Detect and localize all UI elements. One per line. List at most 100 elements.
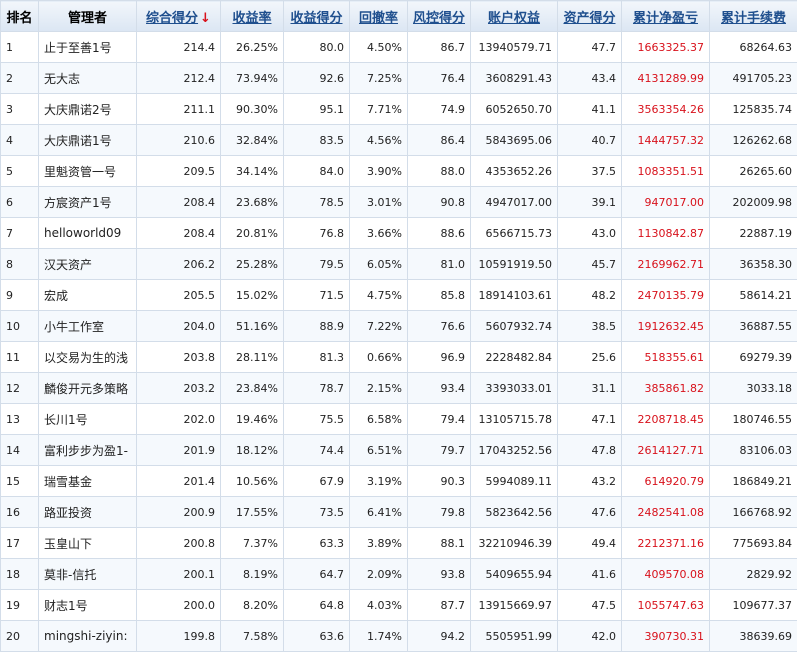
- asset-score-cell: 42.0: [558, 621, 622, 652]
- cumulative-fees-cell: 26265.60: [710, 156, 797, 187]
- asset-score-cell: 45.7: [558, 249, 622, 280]
- drawdown-rate-cell: 4.56%: [350, 125, 408, 156]
- account-equity-cell: 5409655.94: [471, 559, 558, 590]
- table-row[interactable]: 3大庆鼎诺2号211.190.30%95.17.71%74.96052650.7…: [1, 94, 797, 125]
- cumulative-net-pnl-cell: 390730.31: [622, 621, 710, 652]
- manager-name-cell: 宏成: [39, 280, 137, 311]
- return-score-cell: 78.7: [284, 373, 350, 404]
- drawdown-rate-sort-link[interactable]: 回撤率: [359, 11, 398, 26]
- table-row[interactable]: 18莫非-信托200.18.19%64.72.09%93.85409655.94…: [1, 559, 797, 590]
- sort-down-arrow-icon[interactable]: ↓: [200, 11, 211, 26]
- cumulative-net-pnl-cell: 2470135.79: [622, 280, 710, 311]
- table-row[interactable]: 6方宸资产1号208.423.68%78.53.01%90.84947017.0…: [1, 187, 797, 218]
- return-rate-sort-link[interactable]: 收益率: [232, 11, 271, 26]
- return-rate-cell: 23.68%: [221, 187, 284, 218]
- composite-score-sort-link[interactable]: 综合得分: [146, 11, 198, 26]
- risk-score-cell: 88.0: [408, 156, 471, 187]
- return-rate-cell: 90.30%: [221, 94, 284, 125]
- return-score-sort-link[interactable]: 收益得分: [290, 11, 342, 26]
- return-rate-cell: 17.55%: [221, 497, 284, 528]
- drawdown-rate-header[interactable]: 回撤率: [350, 1, 408, 32]
- return-rate-cell: 10.56%: [221, 466, 284, 497]
- composite-score-cell: 212.4: [137, 63, 221, 94]
- return-rate-cell: 23.84%: [221, 373, 284, 404]
- table-row[interactable]: 16路亚投资200.917.55%73.56.41%79.85823642.56…: [1, 497, 797, 528]
- cumulative-fees-cell: 38639.69: [710, 621, 797, 652]
- table-row[interactable]: 19财志1号200.08.20%64.84.03%87.713915669.97…: [1, 590, 797, 621]
- asset-score-cell: 31.1: [558, 373, 622, 404]
- return-score-cell: 78.5: [284, 187, 350, 218]
- manager-header: 管理者: [39, 1, 137, 32]
- cumulative-net-pnl-cell: 409570.08: [622, 559, 710, 590]
- table-row[interactable]: 17玉皇山下200.87.37%63.33.89%88.132210946.39…: [1, 528, 797, 559]
- table-row[interactable]: 14富利步步为盈1-201.918.12%74.46.51%79.7170432…: [1, 435, 797, 466]
- cumulative-fees-cell: 36358.30: [710, 249, 797, 280]
- drawdown-rate-cell: 7.71%: [350, 94, 408, 125]
- drawdown-rate-cell: 7.25%: [350, 63, 408, 94]
- cumulative-fees-cell: 202009.98: [710, 187, 797, 218]
- return-score-cell: 64.8: [284, 590, 350, 621]
- table-row[interactable]: 11以交易为生的浅203.828.11%81.30.66%96.92228482…: [1, 342, 797, 373]
- return-score-cell: 79.5: [284, 249, 350, 280]
- cumulative-net-pnl-cell: 947017.00: [622, 187, 710, 218]
- return-rate-cell: 73.94%: [221, 63, 284, 94]
- table-row[interactable]: 5里魁资管一号209.534.14%84.03.90%88.04353652.2…: [1, 156, 797, 187]
- risk-score-header[interactable]: 风控得分: [408, 1, 471, 32]
- cumulative-net-pnl-cell: 1130842.87: [622, 218, 710, 249]
- asset-score-sort-link[interactable]: 资产得分: [563, 11, 615, 26]
- account-equity-sort-link[interactable]: 账户权益: [488, 11, 540, 26]
- cumulative-fees-sort-link[interactable]: 累计手续费: [721, 11, 786, 26]
- rank-cell: 1: [1, 32, 39, 63]
- composite-score-cell: 210.6: [137, 125, 221, 156]
- risk-score-cell: 90.8: [408, 187, 471, 218]
- cumulative-net-pnl-cell: 518355.61: [622, 342, 710, 373]
- cumulative-net-pnl-cell: 385861.82: [622, 373, 710, 404]
- return-rate-cell: 8.19%: [221, 559, 284, 590]
- risk-score-cell: 79.7: [408, 435, 471, 466]
- account-equity-cell: 10591919.50: [471, 249, 558, 280]
- table-row[interactable]: 20mingshi-ziyin:199.87.58%63.61.74%94.25…: [1, 621, 797, 652]
- manager-name-cell: 大庆鼎诺1号: [39, 125, 137, 156]
- account-equity-header[interactable]: 账户权益: [471, 1, 558, 32]
- composite-score-cell: 211.1: [137, 94, 221, 125]
- cumulative-net-pnl-sort-link[interactable]: 累计净盈亏: [633, 11, 698, 26]
- drawdown-rate-cell: 3.66%: [350, 218, 408, 249]
- composite-score-header[interactable]: 综合得分↓: [137, 1, 221, 32]
- table-row[interactable]: 2无大志212.473.94%92.67.25%76.43608291.4343…: [1, 63, 797, 94]
- manager-name-cell: 玉皇山下: [39, 528, 137, 559]
- asset-score-header[interactable]: 资产得分: [558, 1, 622, 32]
- manager-name-cell: 无大志: [39, 63, 137, 94]
- return-rate-header[interactable]: 收益率: [221, 1, 284, 32]
- table-row[interactable]: 1止于至善1号214.426.25%80.04.50%86.713940579.…: [1, 32, 797, 63]
- table-row[interactable]: 13长川1号202.019.46%75.56.58%79.413105715.7…: [1, 404, 797, 435]
- composite-score-cell: 203.8: [137, 342, 221, 373]
- table-row[interactable]: 12麟俊开元多策略203.223.84%78.72.15%93.43393033…: [1, 373, 797, 404]
- risk-score-sort-link[interactable]: 风控得分: [413, 11, 465, 26]
- composite-score-cell: 209.5: [137, 156, 221, 187]
- drawdown-rate-cell: 6.41%: [350, 497, 408, 528]
- table-row[interactable]: 8汉天资产206.225.28%79.56.05%81.010591919.50…: [1, 249, 797, 280]
- table-row[interactable]: 15瑞雪基金201.410.56%67.93.19%90.35994089.11…: [1, 466, 797, 497]
- manager-name-cell: 小牛工作室: [39, 311, 137, 342]
- composite-score-cell: 201.4: [137, 466, 221, 497]
- drawdown-rate-cell: 4.50%: [350, 32, 408, 63]
- cumulative-net-pnl-header[interactable]: 累计净盈亏: [622, 1, 710, 32]
- risk-score-cell: 88.1: [408, 528, 471, 559]
- asset-score-cell: 25.6: [558, 342, 622, 373]
- leaderboard-table: 排名 管理者 综合得分↓ 收益率 收益得分 回撤率 风控得分 账户权益 资产得分…: [0, 0, 797, 652]
- rank-cell: 17: [1, 528, 39, 559]
- risk-score-cell: 93.8: [408, 559, 471, 590]
- cumulative-net-pnl-cell: 3563354.26: [622, 94, 710, 125]
- rank-cell: 16: [1, 497, 39, 528]
- asset-score-cell: 43.4: [558, 63, 622, 94]
- table-row[interactable]: 4大庆鼎诺1号210.632.84%83.54.56%86.45843695.0…: [1, 125, 797, 156]
- table-row[interactable]: 7helloworld09208.420.81%76.83.66%88.6656…: [1, 218, 797, 249]
- manager-name-cell: 大庆鼎诺2号: [39, 94, 137, 125]
- cumulative-net-pnl-cell: 1083351.51: [622, 156, 710, 187]
- return-score-header[interactable]: 收益得分: [284, 1, 350, 32]
- cumulative-net-pnl-cell: 2169962.71: [622, 249, 710, 280]
- cumulative-fees-header[interactable]: 累计手续费: [710, 1, 797, 32]
- drawdown-rate-cell: 1.74%: [350, 621, 408, 652]
- table-row[interactable]: 10小牛工作室204.051.16%88.97.22%76.65607932.7…: [1, 311, 797, 342]
- table-row[interactable]: 9宏成205.515.02%71.54.75%85.818914103.6148…: [1, 280, 797, 311]
